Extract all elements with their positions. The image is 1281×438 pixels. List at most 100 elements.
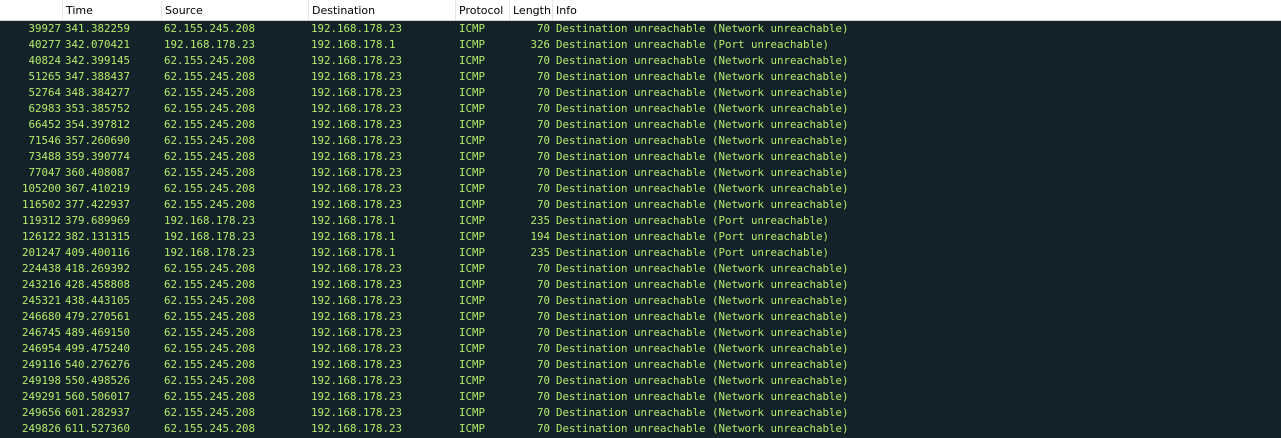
packet-length: 194 xyxy=(530,230,550,243)
packet-source: 62.155.245.208 xyxy=(164,150,256,163)
packet-protocol: ICMP xyxy=(459,310,486,323)
packet-destination: 192.168.178.23 xyxy=(311,198,403,211)
column-header-info[interactable]: Info xyxy=(552,0,1281,20)
packet-row[interactable]: 52764 348.384277 62.155.245.208 192.168.178… xyxy=(0,85,1281,101)
packet-length: 70 xyxy=(536,374,550,387)
packet-protocol: ICMP xyxy=(459,422,486,435)
packet-destination: 192.168.178.23 xyxy=(311,278,403,291)
column-header-length[interactable]: Length xyxy=(509,0,552,20)
packet-row[interactable]: 249198 550.498526 62.155.245.208 192.168.17… xyxy=(0,373,1281,389)
packet-time: 409.400116 xyxy=(65,246,131,259)
packet-row[interactable]: 51265 347.388437 62.155.245.208 192.168.178… xyxy=(0,69,1281,85)
column-header-no[interactable] xyxy=(0,0,62,20)
packet-row[interactable]: 73488 359.390774 62.155.245.208 192.168.178… xyxy=(0,149,1281,165)
packet-row[interactable]: 77047 360.408087 62.155.245.208 192.168.178… xyxy=(0,165,1281,181)
packet-time: 342.399145 xyxy=(65,54,131,67)
packet-number: 249116 xyxy=(21,358,61,371)
packet-number: 249656 xyxy=(21,406,61,419)
packet-source: 62.155.245.208 xyxy=(164,118,256,131)
packet-row[interactable]: 66452 354.397812 62.155.245.208 192.168.178… xyxy=(0,117,1281,133)
packet-row[interactable]: 62983 353.385752 62.155.245.208 192.168.178… xyxy=(0,101,1281,117)
packet-number: 119312 xyxy=(21,214,61,227)
packet-source: 62.155.245.208 xyxy=(164,278,256,291)
packet-info: Destination unreachable (Network unreach… xyxy=(556,262,849,275)
packet-destination: 192.168.178.23 xyxy=(311,86,403,99)
packet-row[interactable]: 40277 342.070421 192.168.178.23 192.168.178… xyxy=(0,37,1281,53)
packet-source: 62.155.245.208 xyxy=(164,86,256,99)
packet-protocol: ICMP xyxy=(459,374,486,387)
packet-row[interactable]: 249116 540.276276 62.155.245.208 192.168.17… xyxy=(0,357,1281,373)
packet-row[interactable]: 246680 479.270561 62.155.245.208 192.168.17… xyxy=(0,309,1281,325)
packet-row[interactable]: 249291 560.506017 62.155.245.208 192.168.17… xyxy=(0,389,1281,405)
packet-destination: 192.168.178.1 xyxy=(311,230,396,243)
packet-info: Destination unreachable (Port unreachabl… xyxy=(556,230,830,243)
packet-number: 249198 xyxy=(21,374,61,387)
packet-time: 359.390774 xyxy=(65,150,131,163)
packet-row[interactable]: 119312 379.689969 192.168.178.23 192.168.17… xyxy=(0,213,1281,229)
packet-length: 70 xyxy=(536,262,550,275)
packet-source: 62.155.245.208 xyxy=(164,102,256,115)
packet-destination: 192.168.178.23 xyxy=(311,22,403,35)
packet-destination: 192.168.178.23 xyxy=(311,406,403,419)
packet-number: 246954 xyxy=(21,342,61,355)
packet-destination: 192.168.178.23 xyxy=(311,166,403,179)
packet-row[interactable]: 116502 377.422937 62.155.245.208 192.168.17… xyxy=(0,197,1281,213)
packet-source: 62.155.245.208 xyxy=(164,182,256,195)
packet-number: 40277 xyxy=(28,38,61,51)
packet-list-header: Time Source Destination Protocol Length … xyxy=(0,0,1281,21)
column-header-protocol[interactable]: Protocol xyxy=(455,0,509,20)
packet-destination: 192.168.178.23 xyxy=(311,326,403,339)
packet-number: 73488 xyxy=(28,150,61,163)
packet-length: 70 xyxy=(536,198,550,211)
packet-protocol: ICMP xyxy=(459,294,486,307)
column-header-time[interactable]: Time xyxy=(62,0,161,20)
packet-destination: 192.168.178.23 xyxy=(311,134,403,147)
packet-length: 235 xyxy=(530,246,550,259)
packet-source: 192.168.178.23 xyxy=(164,38,256,51)
packet-length: 70 xyxy=(536,310,550,323)
column-header-source[interactable]: Source xyxy=(161,0,308,20)
packet-time: 489.469150 xyxy=(65,326,131,339)
packet-info: Destination unreachable (Network unreach… xyxy=(556,310,849,323)
packet-destination: 192.168.178.23 xyxy=(311,342,403,355)
packet-destination: 192.168.178.23 xyxy=(311,422,403,435)
packet-row[interactable]: 201247 409.400116 192.168.178.23 192.168.17… xyxy=(0,245,1281,261)
packet-row[interactable]: 245321 438.443105 62.155.245.208 192.168.17… xyxy=(0,293,1281,309)
packet-info: Destination unreachable (Network unreach… xyxy=(556,358,849,371)
packet-protocol: ICMP xyxy=(459,86,486,99)
packet-number: 39927 xyxy=(28,22,61,35)
packet-row[interactable]: 249826 611.527360 62.155.245.208 192.168.17… xyxy=(0,421,1281,437)
packet-row[interactable]: 249656 601.282937 62.155.245.208 192.168.17… xyxy=(0,405,1281,421)
packet-length: 70 xyxy=(536,390,550,403)
packet-row[interactable]: 71546 357.260690 62.155.245.208 192.168.178… xyxy=(0,133,1281,149)
packet-info: Destination unreachable (Network unreach… xyxy=(556,70,849,83)
packet-time: 342.070421 xyxy=(65,38,131,51)
packet-time: 379.689969 xyxy=(65,214,131,227)
packet-protocol: ICMP xyxy=(459,102,486,115)
packet-row[interactable]: 40824 342.399145 62.155.245.208 192.168.178… xyxy=(0,53,1281,69)
packet-protocol: ICMP xyxy=(459,358,486,371)
packet-source: 62.155.245.208 xyxy=(164,422,256,435)
packet-number: 52764 xyxy=(28,86,61,99)
packet-number: 249291 xyxy=(21,390,61,403)
packet-destination: 192.168.178.23 xyxy=(311,390,403,403)
packet-info: Destination unreachable (Port unreachabl… xyxy=(556,38,830,51)
packet-number: 62983 xyxy=(28,102,61,115)
packet-row[interactable]: 105200 367.410219 62.155.245.208 192.168.17… xyxy=(0,181,1281,197)
packet-row[interactable]: 243216 428.458808 62.155.245.208 192.168.17… xyxy=(0,277,1281,293)
packet-length: 70 xyxy=(536,22,550,35)
packet-protocol: ICMP xyxy=(459,326,486,339)
packet-source: 62.155.245.208 xyxy=(164,54,256,67)
column-header-destination[interactable]: Destination xyxy=(308,0,455,20)
packet-protocol: ICMP xyxy=(459,230,486,243)
packet-row[interactable]: 39927 341.382259 62.155.245.208 192.168.178… xyxy=(0,21,1281,37)
packet-row[interactable]: 224438 418.269392 62.155.245.208 192.168.17… xyxy=(0,261,1281,277)
packet-info: Destination unreachable (Network unreach… xyxy=(556,294,849,307)
packet-row[interactable]: 246745 489.469150 62.155.245.208 192.168.17… xyxy=(0,325,1281,341)
packet-info: Destination unreachable (Network unreach… xyxy=(556,54,849,67)
packet-row[interactable]: 246954 499.475240 62.155.245.208 192.168.17… xyxy=(0,341,1281,357)
packet-row[interactable]: 126122 382.131315 192.168.178.23 192.168.17… xyxy=(0,229,1281,245)
packet-destination: 192.168.178.1 xyxy=(311,246,396,259)
packet-protocol: ICMP xyxy=(459,262,486,275)
packet-destination: 192.168.178.23 xyxy=(311,182,403,195)
